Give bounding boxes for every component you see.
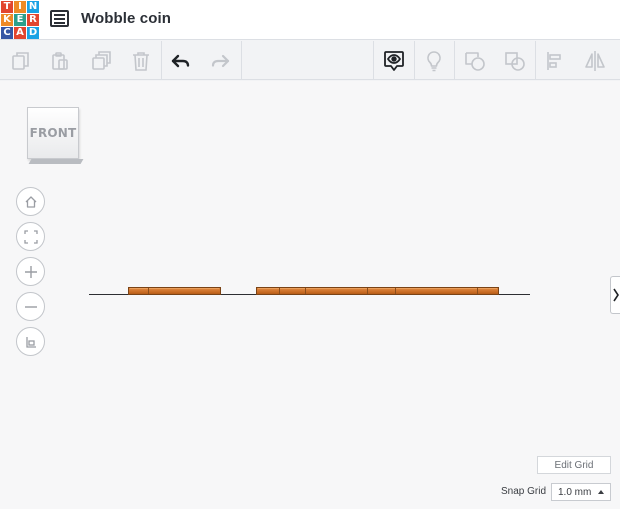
chevron-right-icon bbox=[612, 288, 619, 302]
duplicate-icon bbox=[92, 51, 111, 70]
logo-letter: K bbox=[1, 14, 13, 26]
eye-bubble-icon bbox=[384, 51, 404, 71]
logo-letter: A bbox=[14, 27, 26, 39]
toolbar-divider bbox=[535, 41, 536, 80]
panel-toggle-button[interactable] bbox=[610, 276, 620, 314]
lightbulb-button[interactable] bbox=[418, 45, 450, 77]
toolbar-divider bbox=[241, 41, 242, 80]
document-title[interactable]: Wobble coin bbox=[81, 10, 171, 27]
zoom-in-icon bbox=[24, 265, 37, 278]
lightbulb-icon bbox=[427, 51, 441, 72]
logo-letter: N bbox=[27, 1, 39, 13]
group-icon bbox=[465, 52, 485, 71]
show-all-button[interactable] bbox=[378, 45, 410, 77]
logo-letter: I bbox=[14, 1, 26, 13]
copy-button[interactable] bbox=[5, 45, 37, 77]
undo-button[interactable] bbox=[165, 45, 197, 77]
paste-button[interactable] bbox=[44, 45, 76, 77]
caret-up-icon bbox=[598, 490, 604, 494]
home-view-button[interactable] bbox=[16, 187, 45, 216]
group-button[interactable] bbox=[459, 45, 491, 77]
workplane-viewport[interactable]: FRONT Edit Grid Snap Grid 1.0 mm bbox=[0, 81, 620, 509]
trash-icon bbox=[133, 52, 149, 71]
design-list-icon[interactable] bbox=[50, 10, 69, 27]
edit-grid-button[interactable]: Edit Grid bbox=[537, 456, 611, 474]
redo-icon bbox=[211, 54, 230, 68]
shape-right[interactable] bbox=[256, 287, 499, 295]
logo-letter: R bbox=[27, 14, 39, 26]
redo-button[interactable] bbox=[204, 45, 236, 77]
duplicate-button[interactable] bbox=[85, 45, 117, 77]
perspective-toggle-button[interactable] bbox=[16, 327, 45, 356]
mirror-button[interactable] bbox=[579, 45, 611, 77]
undo-icon bbox=[171, 54, 190, 68]
align-icon bbox=[547, 52, 561, 70]
fit-view-button[interactable] bbox=[16, 222, 45, 251]
snap-grid-value: 1.0 mm bbox=[558, 486, 592, 498]
ungroup-icon bbox=[505, 52, 525, 71]
logo-letter: C bbox=[1, 27, 13, 39]
paste-icon bbox=[52, 52, 68, 70]
edit-toolbar bbox=[0, 41, 620, 80]
ungroup-button[interactable] bbox=[499, 45, 531, 77]
logo-letter: E bbox=[14, 14, 26, 26]
view-cube[interactable]: FRONT bbox=[27, 107, 79, 159]
toolbar-divider bbox=[161, 41, 162, 80]
zoom-out-icon bbox=[24, 305, 37, 308]
home-icon bbox=[25, 195, 36, 208]
tinkercad-logo[interactable]: T I N K E R C A D bbox=[1, 1, 39, 39]
zoom-in-button[interactable] bbox=[16, 257, 45, 286]
toolbar-divider bbox=[454, 41, 455, 80]
copy-icon bbox=[12, 52, 29, 70]
align-button[interactable] bbox=[539, 45, 571, 77]
top-bar: T I N K E R C A D Wobble coin bbox=[0, 0, 620, 40]
toolbar-divider bbox=[373, 41, 374, 80]
logo-letter: D bbox=[27, 27, 39, 39]
snap-grid-select[interactable]: 1.0 mm bbox=[551, 483, 611, 501]
delete-button[interactable] bbox=[125, 45, 157, 77]
view-cube-label: FRONT bbox=[29, 126, 77, 140]
fit-view-icon bbox=[23, 229, 38, 244]
perspective-icon bbox=[25, 336, 36, 348]
toolbar-divider bbox=[414, 41, 415, 80]
logo-letter: T bbox=[1, 1, 13, 13]
mirror-icon bbox=[585, 51, 605, 71]
zoom-out-button[interactable] bbox=[16, 292, 45, 321]
snap-grid-label: Snap Grid bbox=[501, 486, 547, 497]
shape-left[interactable] bbox=[128, 287, 221, 295]
